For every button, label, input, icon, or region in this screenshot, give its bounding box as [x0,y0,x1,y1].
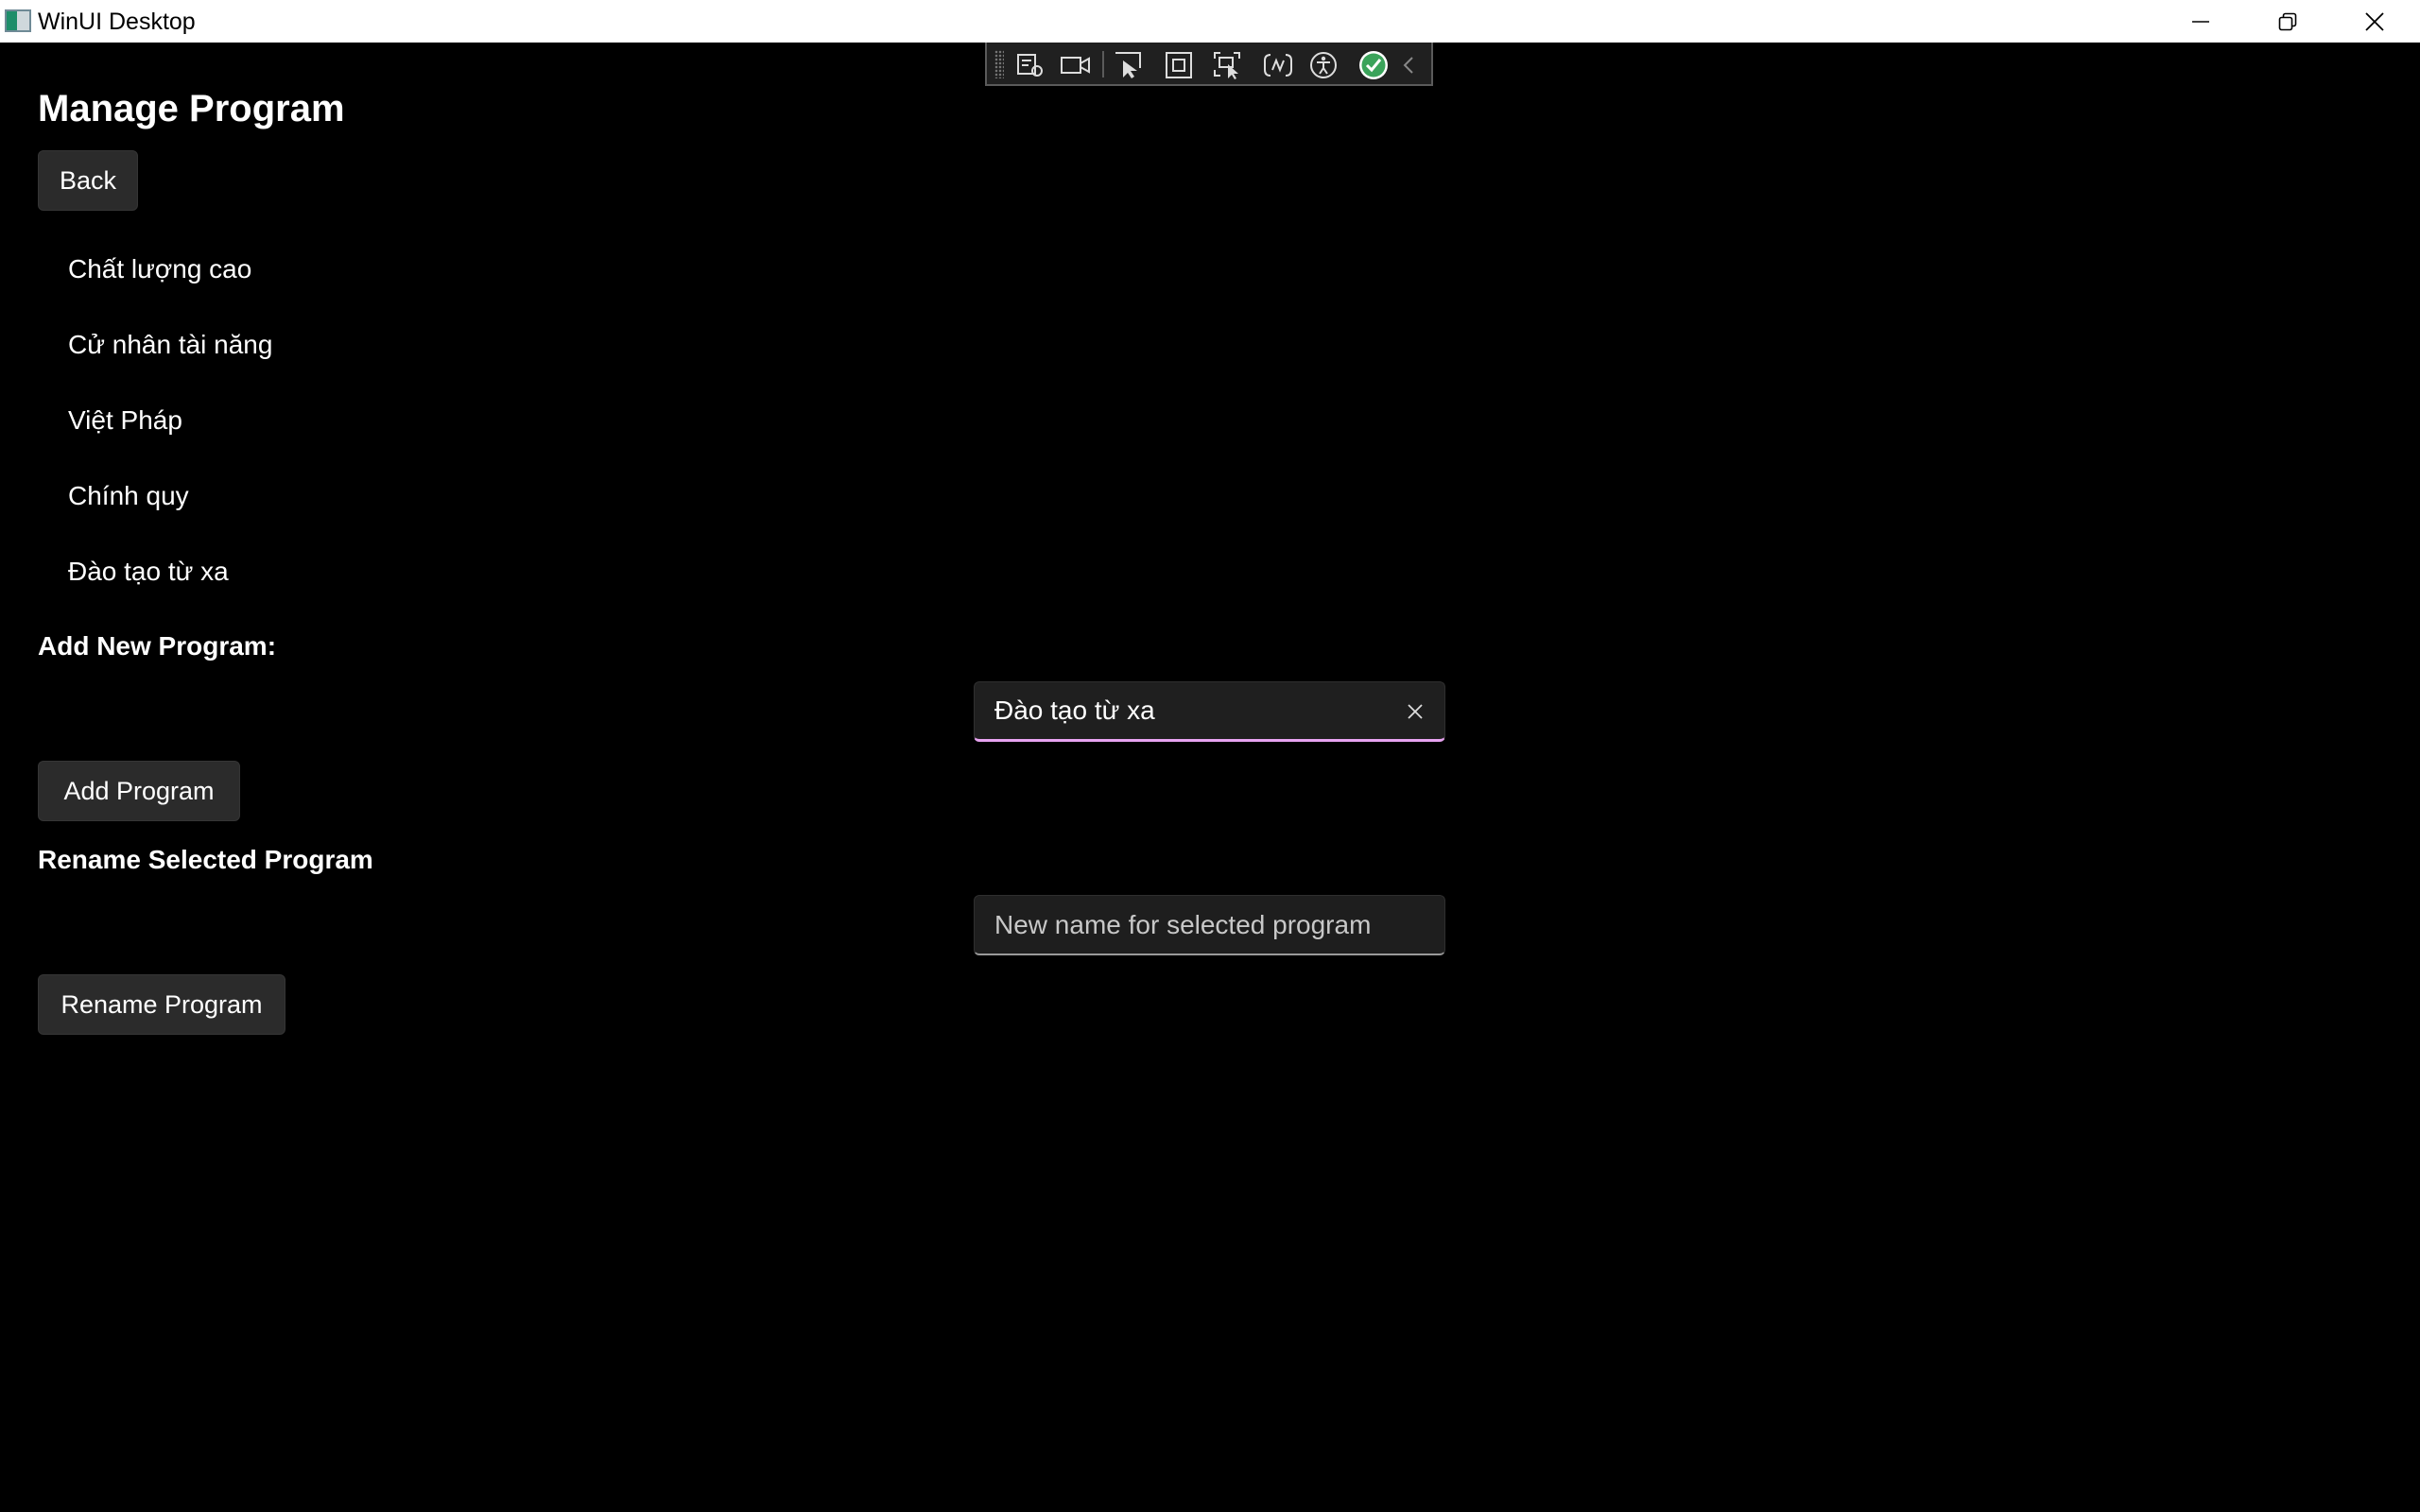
program-list: Chất lượng cao Cử nhân tài năng Việt Phá… [38,232,605,610]
rename-program-label: Rename Selected Program [38,845,373,874]
checkmark-icon[interactable] [1356,50,1392,80]
back-button[interactable]: Back [38,150,138,211]
record-icon[interactable] [1058,50,1094,80]
minimize-icon [2192,20,2209,23]
new-program-textbox [974,681,1445,742]
restore-icon [2278,12,2297,30]
page-title: Manage Program [38,88,345,129]
window-title: WinUI Desktop [38,9,196,35]
rename-program-input[interactable] [975,896,1392,954]
toolbar-grip[interactable] [994,50,1004,78]
collapse-chevron-icon[interactable] [1391,50,1426,80]
select-element-icon[interactable] [1111,50,1147,80]
close-icon [2365,11,2384,31]
close-button[interactable] [2331,0,2418,43]
add-program-label: Add New Program: [38,631,277,661]
toolbar-separator [1102,51,1104,77]
new-program-input[interactable] [975,682,1392,739]
minimize-button[interactable] [2157,0,2244,43]
app-icon [5,9,31,32]
rename-program-button[interactable]: Rename Program [38,974,285,1035]
program-list-item[interactable]: Chính quy [38,458,605,534]
track-focus-icon[interactable] [1210,50,1246,80]
accessibility-icon[interactable] [1305,50,1341,80]
add-program-button[interactable]: Add Program [38,761,240,821]
program-list-item[interactable]: Việt Pháp [38,383,605,458]
close-icon [1408,704,1423,719]
xaml-debug-toolbar [985,43,1433,86]
binding-failures-icon[interactable] [1260,50,1296,80]
window-titlebar: WinUI Desktop [0,0,2420,43]
restore-button[interactable] [2244,0,2331,43]
rename-program-textbox [974,895,1445,955]
display-layout-adorners-icon[interactable] [1161,50,1197,80]
clear-text-button[interactable] [1401,697,1429,726]
program-list-item[interactable]: Cử nhân tài năng [38,307,605,383]
live-visual-tree-icon[interactable] [1012,50,1048,80]
program-list-item[interactable]: Chất lượng cao [38,232,605,307]
program-list-item[interactable]: Đào tạo từ xa [38,534,605,610]
